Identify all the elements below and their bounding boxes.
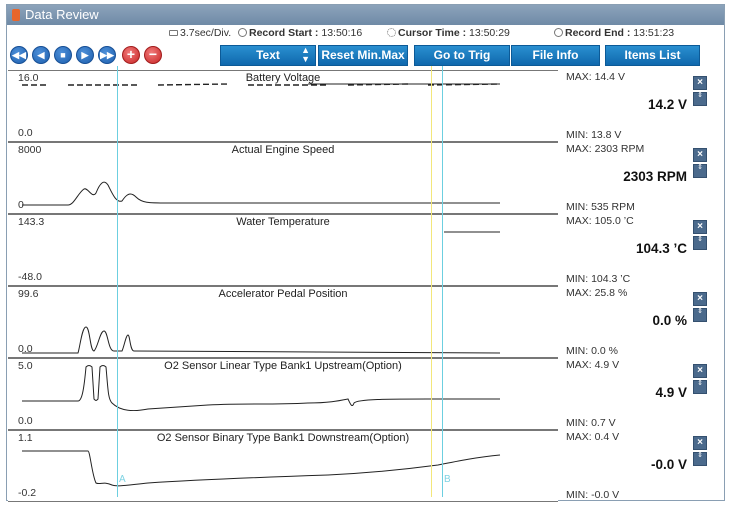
- min-value: MIN: 104.3 ’C: [566, 273, 631, 285]
- play-icon[interactable]: ▶: [76, 46, 94, 64]
- max-value: MAX: 105.0 ’C: [566, 215, 634, 227]
- trigger-line: [431, 66, 432, 497]
- min-value: MIN: 13.8 V: [566, 129, 622, 141]
- max-value: MAX: 0.4 V: [566, 431, 620, 443]
- graph-title: Battery Voltage: [245, 72, 321, 84]
- axis-min-label: -0.2: [18, 487, 37, 499]
- record-end-info: Record End : 13:51:23: [554, 27, 674, 39]
- cursor-time-info: Cursor Time : 13:50:29: [387, 27, 510, 39]
- reset-min-max-button[interactable]: Reset Min.Max: [318, 45, 408, 66]
- current-value: 4.9 V: [655, 385, 687, 400]
- graph-battery-voltage[interactable]: 16.0 Battery Voltage 0.0: [8, 70, 558, 142]
- axis-min-label: 0.0: [18, 127, 33, 139]
- go-to-trig-button[interactable]: Go to Trig: [414, 45, 510, 66]
- adjust-scale-icon[interactable]: ⇕: [693, 452, 707, 466]
- toolbar: ◀◀ ◀ ■ ▶ ▶▶ + − Text ▲ ▼ Reset Min.Max Go…: [7, 40, 724, 66]
- value-panel-water-temperature: MAX: 105.0 ’C 104.3 ’C MIN: 104.3 ’C × ⇕: [560, 214, 720, 286]
- graph-title: Actual Engine Speed: [231, 144, 335, 156]
- max-value: MAX: 2303 RPM: [566, 143, 645, 155]
- axis-min-label: 0.0: [18, 343, 33, 355]
- skip-forward-icon[interactable]: ▶▶: [98, 46, 116, 64]
- graph-o2-upstream[interactable]: 5.0 O2 Sensor Linear Type Bank1 Upstream…: [8, 358, 558, 430]
- min-value: MIN: 0.7 V: [566, 417, 616, 429]
- text-select[interactable]: Text ▲ ▼: [220, 45, 316, 66]
- stop-icon[interactable]: ■: [54, 46, 72, 64]
- app-icon: [12, 9, 20, 21]
- graph-title: O2 Sensor Linear Type Bank1 Upstream(Opt…: [164, 360, 402, 372]
- min-value: MIN: 535 RPM: [566, 201, 635, 213]
- current-value: 2303 RPM: [623, 169, 687, 184]
- cursor-a-label: A: [119, 474, 126, 485]
- current-value: -0.0 V: [650, 457, 687, 472]
- zoom-in-icon[interactable]: +: [122, 46, 140, 64]
- adjust-scale-icon[interactable]: ⇕: [693, 236, 707, 250]
- cursor-b-line[interactable]: [442, 66, 443, 497]
- window-title: Data Review: [25, 7, 99, 22]
- items-list-button[interactable]: Items List: [605, 45, 700, 66]
- crosshair-icon: [387, 28, 396, 37]
- record-info-line: 3.7sec/Div. Record Start : 13:50:16 Curs…: [7, 26, 724, 40]
- min-value: MIN: 0.0 %: [566, 345, 618, 357]
- close-icon[interactable]: ×: [693, 220, 707, 234]
- zoom-out-icon[interactable]: −: [144, 46, 162, 64]
- scale-icon: [169, 30, 178, 36]
- cursor-a-line[interactable]: [117, 66, 118, 497]
- time-div-info: 3.7sec/Div.: [169, 27, 231, 39]
- current-value: 14.2 V: [647, 97, 687, 112]
- graph-title: Water Temperature: [236, 216, 330, 228]
- file-info-button[interactable]: File Info: [511, 45, 600, 66]
- max-value: MAX: 4.9 V: [566, 359, 620, 371]
- value-panel-accelerator-pedal: MAX: 25.8 % 0.0 % MIN: 0.0 % × ⇕: [560, 286, 720, 358]
- value-panel-o2-downstream: MAX: 0.4 V -0.0 V MIN: -0.0 V × ⇕: [560, 430, 720, 502]
- cursor-b-label: B: [444, 474, 451, 485]
- min-value: MIN: -0.0 V: [566, 489, 620, 501]
- axis-min-label: 0.0: [18, 415, 33, 427]
- max-value: MAX: 25.8 %: [566, 287, 628, 299]
- close-icon[interactable]: ×: [693, 76, 707, 90]
- axis-min-label: -48.0: [18, 271, 42, 283]
- current-value: 104.3 ’C: [635, 241, 687, 256]
- graph-engine-speed[interactable]: 8000 Actual Engine Speed 0: [8, 142, 558, 214]
- adjust-scale-icon[interactable]: ⇕: [693, 308, 707, 322]
- clock-icon: [238, 28, 247, 37]
- value-panel-battery-voltage: MAX: 14.4 V 14.2 V MIN: 13.8 V × ⇕: [560, 70, 720, 142]
- close-icon[interactable]: ×: [693, 436, 707, 450]
- graph-o2-downstream[interactable]: 1.1 O2 Sensor Binary Type Bank1 Downstre…: [8, 430, 558, 502]
- close-icon[interactable]: ×: [693, 292, 707, 306]
- adjust-scale-icon[interactable]: ⇕: [693, 92, 707, 106]
- step-back-icon[interactable]: ◀: [32, 46, 50, 64]
- value-panel-engine-speed: MAX: 2303 RPM 2303 RPM MIN: 535 RPM × ⇕: [560, 142, 720, 214]
- current-value: 0.0 %: [652, 313, 687, 328]
- title-bar: Data Review: [7, 5, 724, 25]
- skip-back-icon[interactable]: ◀◀: [10, 46, 28, 64]
- graph-title: Accelerator Pedal Position: [218, 288, 348, 300]
- adjust-scale-icon[interactable]: ⇕: [693, 380, 707, 394]
- value-panel-o2-upstream: MAX: 4.9 V 4.9 V MIN: 0.7 V × ⇕: [560, 358, 720, 430]
- adjust-scale-icon[interactable]: ⇕: [693, 164, 707, 178]
- graph-water-temperature[interactable]: 143.3 Water Temperature -48.0: [8, 214, 558, 286]
- close-icon[interactable]: ×: [693, 364, 707, 378]
- graph-accelerator-pedal[interactable]: 99.6 Accelerator Pedal Position 0.0: [8, 286, 558, 358]
- select-arrows-icon: ▲ ▼: [301, 45, 310, 64]
- max-value: MAX: 14.4 V: [566, 71, 625, 83]
- clock-icon: [554, 28, 563, 37]
- record-start-info: Record Start : 13:50:16: [238, 27, 362, 39]
- close-icon[interactable]: ×: [693, 148, 707, 162]
- graph-title: O2 Sensor Binary Type Bank1 Downstream(O…: [156, 432, 410, 444]
- axis-min-label: 0: [18, 199, 24, 211]
